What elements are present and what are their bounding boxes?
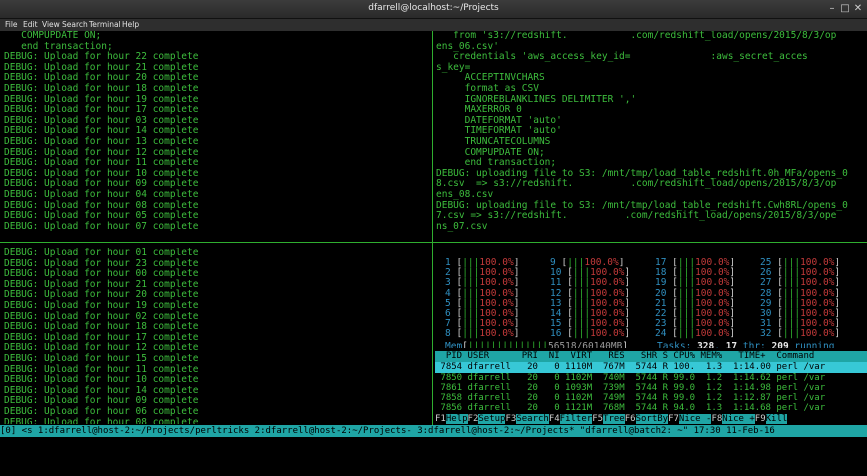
- htop-meters: 1 [|||100.0%] 9 [|||100.0%] 17 [|||100.0%]…: [445, 258, 865, 348]
- cpu-meter: 8 [|||100.0%]: [445, 328, 520, 340]
- terminal-line: DEBUG: Upload for hour 04 complete: [4, 188, 199, 200]
- fkey-label[interactable]: Nice -: [678, 414, 712, 424]
- terminal-line: ns_07.csv: [436, 220, 488, 232]
- cpu-percent: 100.0%: [800, 328, 835, 340]
- fkey-label[interactable]: Search: [516, 414, 549, 424]
- process-row-selected[interactable]: 7854 dfarrell 20 0 1110M 767M 5744 R 100…: [435, 362, 867, 373]
- terminal-line: DEBUG: Upload for hour 08 complete: [4, 416, 199, 424]
- title-bar: dfarrell@localhost:~/Projects – □ ✕: [0, 0, 867, 19]
- mem-value: 56518/60140MB: [547, 341, 623, 348]
- mem-label: Mem: [445, 341, 463, 348]
- fkey-number[interactable]: F6: [624, 414, 636, 424]
- terminal-line: COMPUPDATE ON;: [4, 31, 102, 41]
- fkey-label[interactable]: Kill: [765, 414, 788, 424]
- fkey-number[interactable]: F3: [505, 414, 517, 424]
- terminal-line: DEBUG: Upload for hour 19 complete: [4, 299, 199, 311]
- thread-count: 17: [725, 341, 738, 348]
- process-table-header[interactable]: PID USER PRI NI VIRT RES SHR S CPU% MEM%…: [435, 351, 867, 362]
- fkey-number[interactable]: F7: [668, 414, 679, 424]
- fkey-label[interactable]: Setup: [478, 414, 506, 424]
- menu-search[interactable]: Search: [62, 20, 88, 29]
- cpu-number: 24: [655, 328, 667, 340]
- process-row[interactable]: 7856 dfarrell 20 0 1121M 768M 5744 R 94.…: [435, 403, 867, 414]
- fkey-number[interactable]: F1: [435, 414, 446, 424]
- fkey-label[interactable]: Nice +: [722, 414, 755, 424]
- terminal-line: DEBUG: Upload for hour 15 complete: [4, 352, 199, 364]
- running-label: running: [794, 341, 835, 348]
- cpu-meter: 24 [|||100.0%]: [655, 328, 736, 340]
- terminal-line: DEBUG: Upload for hour 06 complete: [4, 405, 199, 417]
- terminal-line: DEBUG: Upload for hour 07 complete: [4, 220, 199, 232]
- pane-top-right[interactable]: from 's3://redshift. .com/redshift_load/…: [436, 31, 865, 237]
- tmux-status-bar: [0] <s 1:dfarrell@host-2:~/Projects/perl…: [0, 425, 867, 437]
- menu-file[interactable]: File: [5, 20, 18, 29]
- pane-divider-horizontal[interactable]: [0, 242, 867, 243]
- close-icon[interactable]: ✕: [852, 3, 864, 15]
- menu-help[interactable]: Help: [122, 20, 139, 29]
- terminal-line: from 's3://redshift. .com/redshift_load/…: [436, 31, 837, 41]
- pane-divider-vertical[interactable]: [432, 31, 433, 425]
- terminal-line: DEBUG: Upload for hour 01 complete: [4, 248, 199, 258]
- menu-view[interactable]: View: [42, 20, 60, 29]
- cpu-percent: 100.0%: [695, 328, 730, 340]
- fkey-number[interactable]: F9: [754, 414, 766, 424]
- fkey-label[interactable]: SortBy: [635, 414, 669, 424]
- pane-top-left[interactable]: COMPUPDATE ON; end transaction; DEBUG: Up…: [4, 31, 430, 237]
- terminal-line: credentials 'aws_access_key_id= :aws_sec…: [436, 51, 808, 63]
- function-key-bar: F1HelpF2SetupF3SearchF4FilterF5TreeF6Sor…: [435, 414, 867, 425]
- minimize-icon[interactable]: –: [826, 3, 838, 15]
- fkey-label[interactable]: Help: [445, 414, 468, 424]
- fkey-number[interactable]: F5: [592, 414, 604, 424]
- menu-bar: File Edit View Search Terminal Help: [0, 19, 867, 31]
- fkey-label[interactable]: Tree: [603, 414, 625, 424]
- fkey-number[interactable]: F2: [467, 414, 479, 424]
- cpu-number: 16: [550, 328, 562, 340]
- terminal-line: TRUNCATECOLUMNS: [436, 135, 551, 147]
- cpu-meter: 16 [|||100.0%]: [550, 328, 631, 340]
- terminal-line: DEBUG: Upload for hour 18 complete: [4, 82, 199, 94]
- pane-bottom-left[interactable]: DEBUG: Upload for hour 01 complete DEBUG:…: [4, 248, 430, 424]
- terminal-line: 8.csv => s3://redshift. .com/redshift_lo…: [436, 178, 837, 190]
- fkey-label[interactable]: Filter: [559, 414, 593, 424]
- cpu-percent: 100.0%: [590, 328, 625, 340]
- menu-terminal[interactable]: Terminal: [89, 20, 121, 29]
- fkey-number[interactable]: F4: [548, 414, 560, 424]
- cpu-meter: 32 [|||100.0%]: [760, 328, 841, 340]
- terminal-line: format as CSV: [436, 82, 539, 94]
- cpu-number: 32: [760, 328, 772, 340]
- running-count: 209: [771, 341, 789, 348]
- terminal-line: ens_08.csv: [436, 188, 494, 200]
- terminal-line: DEBUG: Upload for hour 13 complete: [4, 135, 199, 147]
- terminal-line: 7.csv => s3://redshift. .com/redshift_lo…: [436, 210, 837, 222]
- terminal-window: dfarrell@localhost:~/Projects – □ ✕ File…: [0, 0, 867, 476]
- cpu-percent: 100.0%: [479, 328, 514, 340]
- tasks-label: Tasks:: [657, 341, 692, 348]
- window-title: dfarrell@localhost:~/Projects: [368, 3, 499, 13]
- thr-label: thr;: [742, 341, 766, 348]
- fkey-number[interactable]: F8: [711, 414, 723, 424]
- maximize-icon[interactable]: □: [839, 3, 851, 15]
- menu-edit[interactable]: Edit: [23, 20, 38, 29]
- tasks-count: 328: [697, 341, 715, 348]
